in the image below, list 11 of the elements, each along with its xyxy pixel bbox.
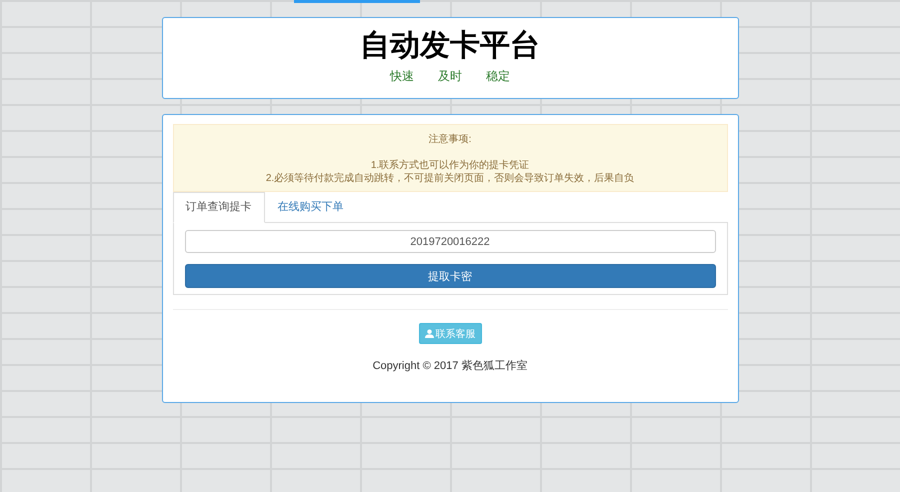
site-slogan: 快速 及时 稳定 bbox=[390, 68, 510, 85]
user-icon bbox=[424, 329, 434, 338]
notice-line: 2.必须等待付款完成自动跳转，不可提前关闭页面，否则会导致订单失效，后果自负 bbox=[264, 172, 636, 185]
order-field[interactable]: 2019720016222 bbox=[184, 230, 716, 253]
notice-heading: 注意事项: bbox=[428, 133, 472, 146]
site-title: 自动发卡平台 bbox=[360, 28, 540, 64]
submit-button[interactable]: 提取卡密 bbox=[184, 264, 716, 288]
notice-line: 1.联系方式也可以作为你的提卡凭证 bbox=[370, 159, 530, 172]
tab[interactable]: 订单查询提卡 bbox=[172, 192, 264, 223]
tab[interactable]: 在线购买下单 bbox=[264, 192, 356, 223]
copyright-text: Copyright © 2017 紫色狐工作室 bbox=[372, 358, 528, 373]
